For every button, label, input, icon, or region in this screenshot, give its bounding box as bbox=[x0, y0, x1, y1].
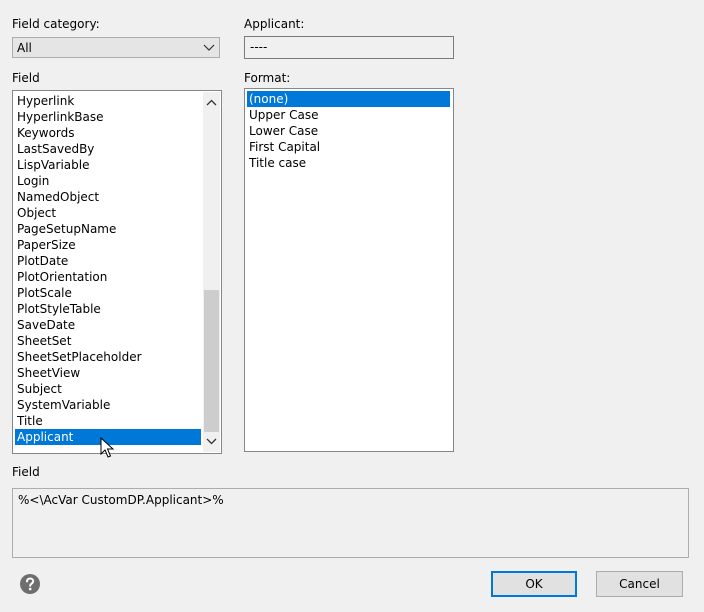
field-list-item[interactable]: PlotStyleTable bbox=[15, 301, 201, 317]
applicant-label: Applicant: bbox=[244, 17, 305, 31]
field-list-item[interactable]: Title bbox=[15, 413, 201, 429]
field-expression-box: %<\AcVar CustomDP.Applicant>% bbox=[12, 488, 689, 558]
mouse-pointer-icon bbox=[100, 437, 114, 458]
field-list-item[interactable]: PlotDate bbox=[15, 253, 201, 269]
scrollbar-thumb[interactable] bbox=[204, 290, 219, 432]
cancel-button[interactable]: Cancel bbox=[596, 571, 683, 597]
field-list-item[interactable]: LispVariable bbox=[15, 157, 201, 173]
field-list-item[interactable]: HyperlinkBase bbox=[15, 109, 201, 125]
applicant-value: ---- bbox=[250, 40, 268, 54]
field-list-item[interactable]: SheetView bbox=[15, 365, 201, 381]
field-list-item[interactable]: Object bbox=[15, 205, 201, 221]
field-list-item[interactable]: SheetSet bbox=[15, 333, 201, 349]
field-list-item[interactable]: Hyperlink bbox=[15, 93, 201, 109]
field-list-item[interactable]: PlotOrientation bbox=[15, 269, 201, 285]
field-list-item[interactable]: Keywords bbox=[15, 125, 201, 141]
field-list-item[interactable]: SaveDate bbox=[15, 317, 201, 333]
field-list[interactable]: Hyperlink HyperlinkBase Keywords LastSavedB… bbox=[12, 90, 222, 454]
chevron-down-icon bbox=[203, 44, 215, 51]
format-list-label: Format: bbox=[244, 71, 291, 85]
field-list-item[interactable]: Login bbox=[15, 173, 201, 189]
field-category-label: Field category: bbox=[12, 17, 100, 31]
field-list-item[interactable]: LastSavedBy bbox=[15, 141, 201, 157]
scroll-down-icon[interactable] bbox=[203, 433, 220, 450]
applicant-value-field: ---- bbox=[244, 36, 454, 59]
ok-button[interactable]: OK bbox=[491, 571, 577, 597]
field-category-dropdown[interactable]: All bbox=[12, 37, 220, 58]
field-expression-label: Field bbox=[12, 465, 40, 479]
field-list-scrollbar[interactable] bbox=[203, 92, 220, 452]
field-list-item[interactable]: PageSetupName bbox=[15, 221, 201, 237]
field-list-item[interactable]: PlotScale bbox=[15, 285, 201, 301]
field-category-value: All bbox=[17, 41, 32, 55]
field-list-item[interactable]: Subject bbox=[15, 381, 201, 397]
field-list-item[interactable]: SystemVariable bbox=[15, 397, 201, 413]
field-list-item[interactable]: NamedObject bbox=[15, 189, 201, 205]
format-list[interactable]: (none) Upper Case Lower Case First Capital T… bbox=[244, 88, 454, 452]
format-list-item[interactable]: Upper Case bbox=[247, 107, 450, 123]
format-list-item[interactable]: Lower Case bbox=[247, 123, 450, 139]
field-list-item[interactable]: SheetSetPlaceholder bbox=[15, 349, 201, 365]
format-list-item[interactable]: First Capital bbox=[247, 139, 450, 155]
field-expression-value: %<\AcVar CustomDP.Applicant>% bbox=[18, 493, 224, 507]
help-icon[interactable] bbox=[19, 573, 41, 595]
scroll-up-icon[interactable] bbox=[203, 94, 220, 111]
format-list-item[interactable]: (none) bbox=[247, 91, 450, 107]
format-list-item[interactable]: Title case bbox=[247, 155, 450, 171]
field-list-item[interactable]: PaperSize bbox=[15, 237, 201, 253]
field-list-label: Field bbox=[12, 71, 40, 85]
